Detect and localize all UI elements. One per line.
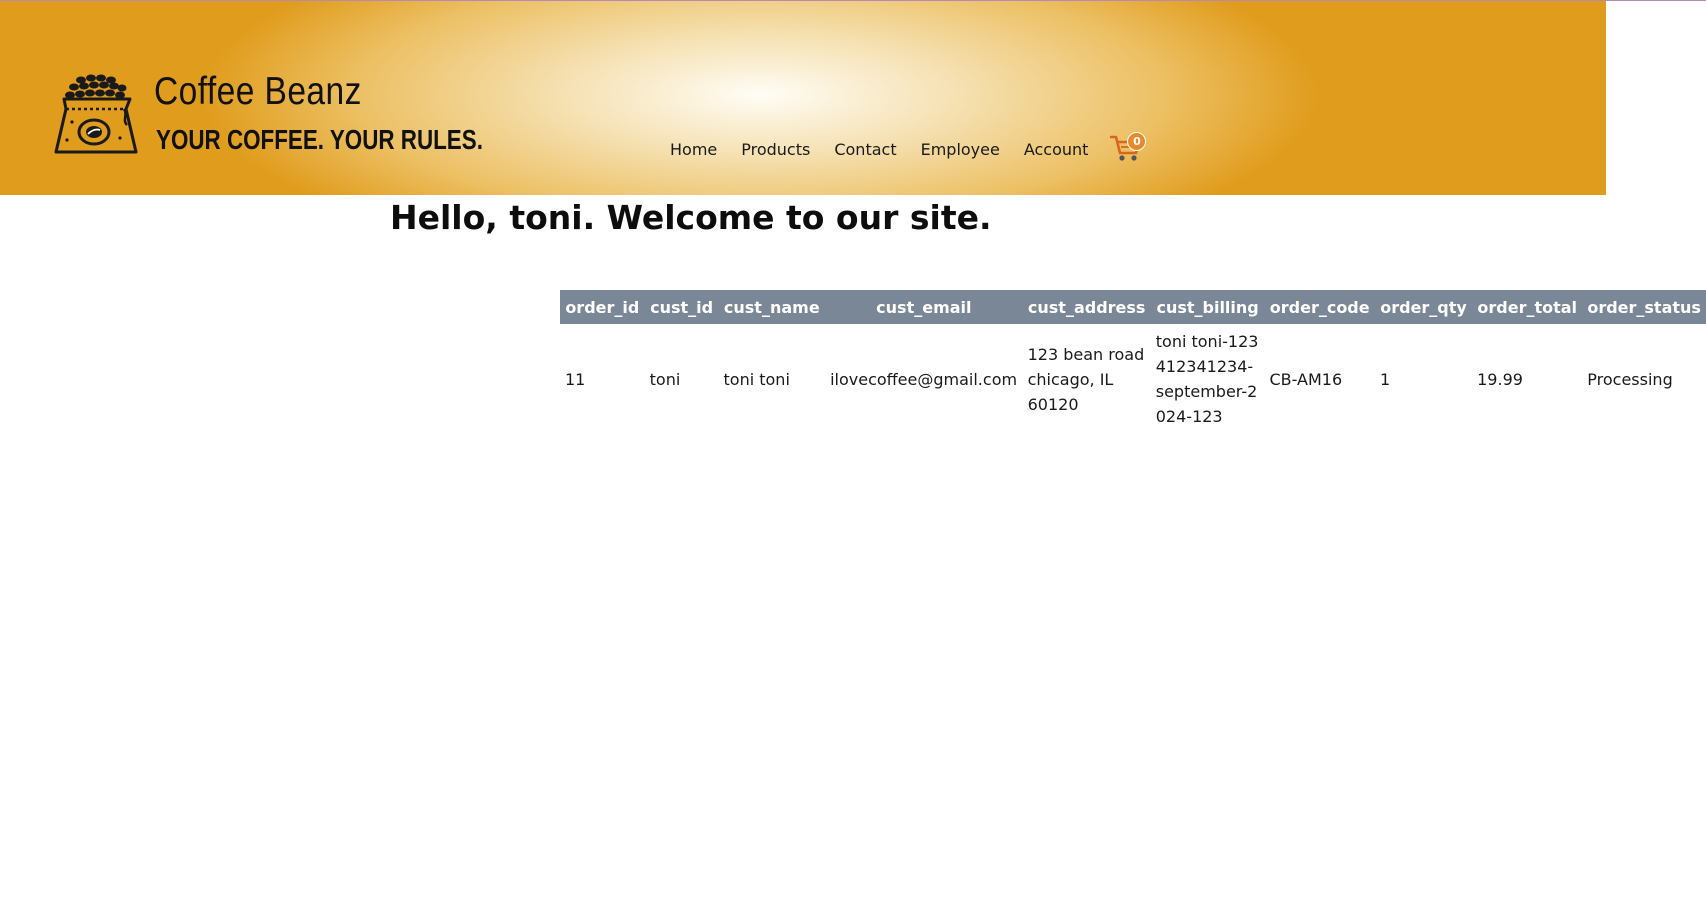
cell-order-status: Processing bbox=[1587, 369, 1673, 389]
column-header-order-code: order_code bbox=[1264, 290, 1375, 324]
brand-logo[interactable]: Coffee Beanz YOUR COFFEE. YOUR RULES. bbox=[50, 70, 483, 162]
column-header-order-qty: order_qty bbox=[1374, 290, 1473, 324]
welcome-heading: Hello, toni. Welcome to our site. bbox=[390, 198, 992, 237]
nav-home-link[interactable]: Home bbox=[670, 140, 717, 159]
site-header: Coffee Beanz YOUR COFFEE. YOUR RULES. Ho… bbox=[0, 0, 1606, 195]
main-nav: Home Products Contact Employee Account 0 bbox=[670, 132, 1147, 163]
column-header-order-total: order_total bbox=[1472, 290, 1583, 324]
cell-order-code: CB-AM16 bbox=[1269, 369, 1343, 389]
table-header-row: order_id cust_id cust_name cust_email cu… bbox=[560, 290, 1706, 324]
cart-count-badge: 0 bbox=[1127, 132, 1147, 151]
brand-name: Coffee Beanz bbox=[154, 70, 362, 113]
nav-products-link[interactable]: Products bbox=[741, 140, 810, 159]
orders-table: order_id cust_id cust_name cust_email cu… bbox=[560, 290, 1706, 434]
cell-order-total: 19.99 bbox=[1477, 369, 1523, 389]
cell-order-id: 11 bbox=[565, 369, 586, 389]
cell-cust-email: ilovecoffee@gmail.com bbox=[830, 369, 1018, 389]
nav-employee-link[interactable]: Employee bbox=[921, 140, 1000, 159]
column-header-cust-billing: cust_billing bbox=[1150, 290, 1265, 324]
table-row: 11 toni toni toni ilovecoffee@gmail.com … bbox=[560, 324, 1706, 434]
nav-contact-link[interactable]: Contact bbox=[834, 140, 896, 159]
column-header-cust-name: cust_name bbox=[718, 290, 826, 324]
cell-cust-id: toni bbox=[649, 369, 681, 389]
brand-slogan: YOUR COFFEE. YOUR RULES. bbox=[156, 124, 483, 155]
column-header-cust-email: cust_email bbox=[825, 290, 1023, 324]
column-header-order-status: order_status bbox=[1582, 290, 1706, 324]
coffee-bag-icon bbox=[54, 74, 138, 154]
column-header-order-id: order_id bbox=[560, 290, 645, 324]
cell-cust-address: 123 bean road chicago, IL 60120 bbox=[1027, 344, 1145, 414]
top-border bbox=[0, 0, 1706, 1]
cell-cust-billing: toni toni-123412341234-september-2024-12… bbox=[1155, 332, 1259, 426]
cell-cust-name: toni toni bbox=[723, 369, 790, 389]
cell-order-qty: 1 bbox=[1379, 369, 1391, 389]
nav-account-link[interactable]: Account bbox=[1024, 140, 1089, 159]
column-header-cust-address: cust_address bbox=[1022, 290, 1151, 324]
column-header-cust-id: cust_id bbox=[644, 290, 719, 324]
cart-button[interactable]: 0 bbox=[1110, 131, 1147, 163]
